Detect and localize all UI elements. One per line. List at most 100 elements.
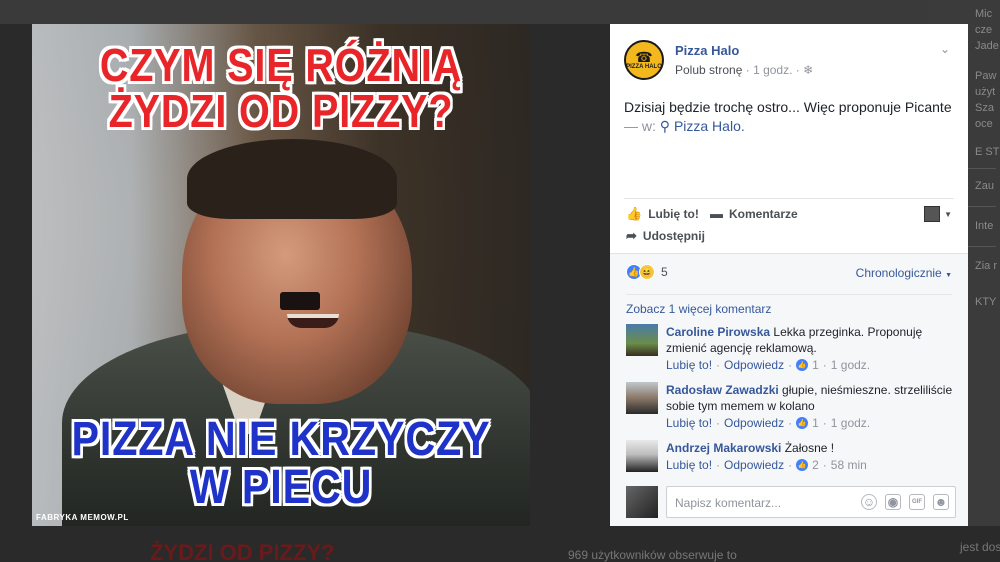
comment-author[interactable]: Andrzej Makarowski xyxy=(666,441,781,455)
comment-body: Radosław Zawadzki głupie, nieśmieszne. s… xyxy=(666,382,956,414)
comment-author[interactable]: Radosław Zawadzki xyxy=(666,383,779,397)
thumbs-up-icon: 👍 xyxy=(796,459,809,471)
post-message: Dzisiaj będzie trochę ostro... Więc prop… xyxy=(624,99,952,115)
current-user-avatar[interactable] xyxy=(626,486,658,518)
comment-order-dropdown[interactable]: Chronologicznie ▼ xyxy=(856,266,952,280)
post-photo[interactable]: CZYM SIĘ RÓŻNIĄ ŻYDZI OD PIZZY? PIZZA NI… xyxy=(32,24,530,526)
share-arrow-icon: ➦ xyxy=(626,228,637,243)
viewer-selector[interactable]: ▼ xyxy=(924,206,952,222)
comment-like-link[interactable]: Lubię to! xyxy=(666,358,712,372)
like-button-label: Lubię to! xyxy=(648,207,699,221)
comment-button-label: Komentarze xyxy=(729,206,798,221)
background-text: cze xyxy=(975,24,993,36)
meta-separator: · xyxy=(822,458,827,472)
location-link[interactable]: Pizza Halo. xyxy=(674,118,745,134)
comments-area: 👍 😆 5 Chronologicznie ▼ Zobacz 1 więcej … xyxy=(610,253,968,526)
comment-like-link[interactable]: Lubię to! xyxy=(666,458,712,472)
meta-separator: · xyxy=(822,416,827,430)
comment-reply-link[interactable]: Odpowiedz xyxy=(724,358,784,372)
background-text: Zau xyxy=(975,180,994,192)
comment-like-count[interactable]: 1 xyxy=(812,358,819,372)
comment-meta: Lubię to! · Odpowiedz · 👍 2 · 58 min xyxy=(666,458,867,472)
comment-author[interactable]: Caroline Pirowska xyxy=(666,325,770,339)
reactions-count: 5 xyxy=(661,265,668,279)
reactions-summary[interactable]: 👍 😆 5 xyxy=(626,264,668,280)
share-button-label: Udostępnij xyxy=(642,229,705,243)
post-header: ☎ PIZZA HALO Pizza Halo Polub stronę · 1… xyxy=(624,38,954,82)
divider xyxy=(624,198,954,199)
page-name-link[interactable]: Pizza Halo xyxy=(675,43,739,58)
more-comments-link[interactable]: Zobacz 1 więcej komentarz xyxy=(626,302,771,316)
background-text: Zia r xyxy=(975,260,997,272)
post-time[interactable]: 1 godz. xyxy=(753,63,792,77)
emoji-icon[interactable]: ☺ xyxy=(861,494,877,510)
chevron-down-icon[interactable]: ⌄ xyxy=(940,42,950,56)
background-text: oce xyxy=(975,118,993,130)
sticker-icon[interactable]: ☻ xyxy=(933,494,949,510)
background-text: Sza xyxy=(975,102,994,114)
photo-figure-mustache xyxy=(280,292,320,310)
phone-icon: ☎ xyxy=(635,49,653,65)
meme-bottom-text: PIZZA NIE KRZYCZY W PIECU xyxy=(71,413,491,514)
post-panel: ☎ PIZZA HALO Pizza Halo Polub stronę · 1… xyxy=(610,24,968,526)
background-text: Paw xyxy=(975,70,997,82)
background-text: użyt xyxy=(975,86,996,98)
background-text: Mic xyxy=(975,8,993,20)
comment-input[interactable]: Napisz komentarz... ☺ ◉ GIF ☻ xyxy=(666,486,956,518)
comment-composer: Napisz komentarz... ☺ ◉ GIF ☻ xyxy=(626,486,956,520)
comment-body: Andrzej Makarowski Żałosne ! xyxy=(666,440,956,456)
thumbs-up-icon: 👍 xyxy=(796,359,809,371)
comment-reply-link[interactable]: Odpowiedz xyxy=(724,416,784,430)
comment-icon: ▬ xyxy=(710,206,723,221)
photo-figure-mouth xyxy=(287,314,339,328)
meta-separator: · xyxy=(822,358,827,372)
comment-time[interactable]: 1 godz. xyxy=(831,358,870,372)
comment-like-link[interactable]: Lubię to! xyxy=(666,416,712,430)
photo-figure-hair xyxy=(187,139,397,219)
photo-watermark: FABRYKA MEMOW.PL xyxy=(36,513,129,522)
background-text: 969 użytkowników obserwuje to xyxy=(568,548,737,562)
comment-order-label: Chronologicznie xyxy=(855,266,942,280)
composer-tools: ☺ ◉ GIF ☻ xyxy=(861,494,949,510)
meta-separator: · xyxy=(716,416,721,430)
commenter-avatar[interactable] xyxy=(626,382,658,414)
commenter-avatar[interactable] xyxy=(626,440,658,472)
map-pin-icon: ⚲ xyxy=(659,118,671,134)
thumbs-up-icon: 👍 xyxy=(796,417,809,429)
background-text: Inte xyxy=(975,220,994,232)
share-button[interactable]: ➦ Udostępnij xyxy=(626,228,705,244)
meme-top-text: CZYM SIĘ RÓŻNIĄ ŻYDZI OD PIZZY? xyxy=(99,39,463,137)
comment-like-count[interactable]: 1 xyxy=(812,416,819,430)
background-text: jest dost xyxy=(960,540,1000,554)
page-logo[interactable]: ☎ PIZZA HALO xyxy=(624,40,664,80)
meta-separator: · xyxy=(788,458,793,472)
comment-meta: Lubię to! · Odpowiedz · 👍 1 · 1 godz. xyxy=(666,416,870,430)
viewer-avatar xyxy=(924,206,941,222)
comment-input-placeholder: Napisz komentarz... xyxy=(675,496,782,510)
commenter-avatar[interactable] xyxy=(626,324,658,356)
comment-like-count[interactable]: 2 xyxy=(812,458,819,472)
background-text: Jade xyxy=(975,40,999,52)
background-text: E STR xyxy=(975,146,1000,158)
meta-separator: · xyxy=(745,63,754,77)
caret-down-icon: ▼ xyxy=(945,272,952,279)
haha-reaction-icon: 😆 xyxy=(639,264,655,280)
comment-reply-link[interactable]: Odpowiedz xyxy=(724,458,784,472)
gif-icon[interactable]: GIF xyxy=(909,494,925,510)
post-text-block: Dzisiaj będzie trochę ostro... Więc prop… xyxy=(624,98,959,136)
caret-down-icon: ▼ xyxy=(944,209,952,219)
like-page-link[interactable]: Polub stronę xyxy=(675,63,742,77)
background-text: KTY xyxy=(975,296,997,308)
comment-time[interactable]: 1 godz. xyxy=(831,416,870,430)
meta-separator: · xyxy=(716,358,721,372)
comment-meta: Lubię to! · Odpowiedz · 👍 1 · 1 godz. xyxy=(666,358,870,372)
like-button[interactable]: 👍 Lubię to! xyxy=(626,206,699,222)
location-prefix: — w: xyxy=(624,118,656,134)
comment-text: Żałosne ! xyxy=(784,441,835,455)
camera-icon[interactable]: ◉ xyxy=(885,494,901,510)
comment-time[interactable]: 58 min xyxy=(831,458,867,472)
background-top-strip xyxy=(0,0,1000,24)
meta-separator: · xyxy=(788,416,793,430)
thumbs-up-icon: 👍 xyxy=(626,206,643,221)
comment-button[interactable]: ▬ Komentarze xyxy=(710,206,798,221)
